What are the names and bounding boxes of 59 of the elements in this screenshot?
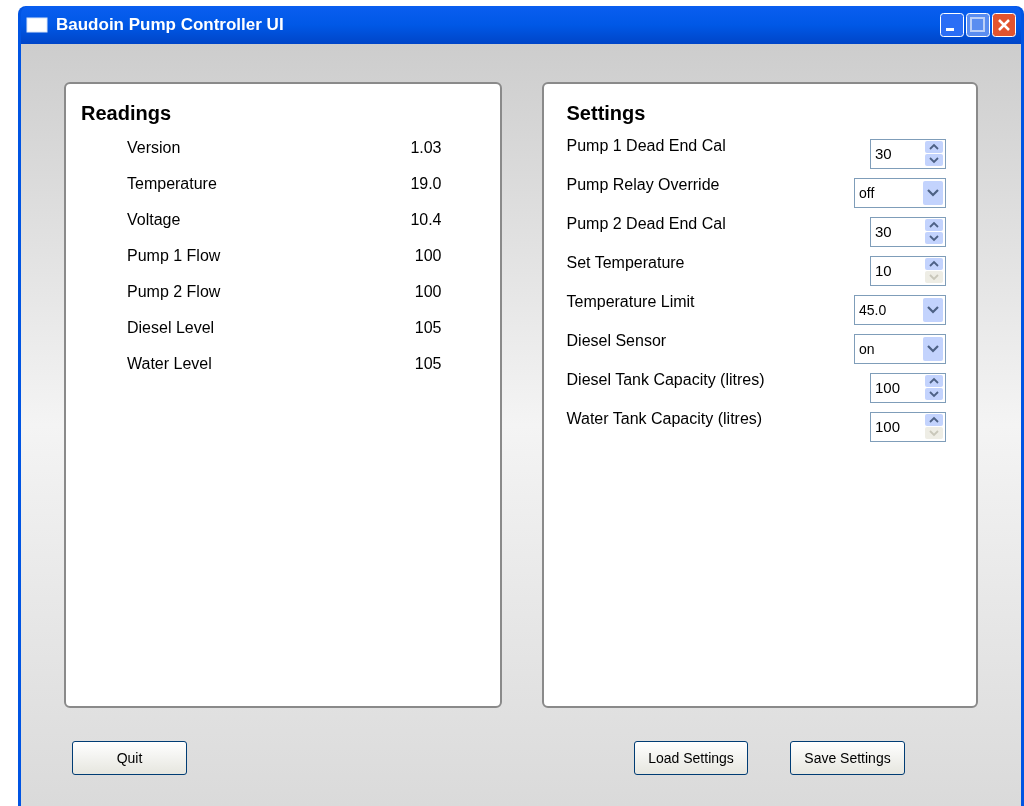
- spin-box[interactable]: 30: [870, 216, 946, 247]
- spin-box[interactable]: 10: [870, 255, 946, 286]
- spin-up-icon[interactable]: [925, 219, 943, 231]
- reading-label: Voltage: [127, 210, 181, 230]
- reading-label: Pump 1 Flow: [127, 246, 221, 266]
- dropdown-value: 45.0: [858, 302, 887, 317]
- setting-label: Pump 2 Dead End Cal: [566, 214, 726, 232]
- close-icon[interactable]: [992, 13, 1016, 37]
- spin-box[interactable]: 100: [870, 411, 946, 442]
- dropdown[interactable]: on: [854, 333, 946, 364]
- spin-value: 30: [871, 223, 913, 240]
- setting-label: Pump Relay Override: [566, 175, 720, 193]
- setting-label: Pump 1 Dead End Cal: [566, 136, 726, 154]
- reading-value: 100: [414, 282, 442, 302]
- quit-button[interactable]: Quit: [72, 741, 187, 775]
- spin-up-icon[interactable]: [925, 141, 943, 153]
- reading-label: Pump 2 Flow: [127, 282, 221, 302]
- reading-label: Temperature: [127, 174, 217, 194]
- spin-box[interactable]: 100: [870, 372, 946, 403]
- spin-up-icon[interactable]: [925, 375, 943, 387]
- chevron-down-icon[interactable]: [923, 297, 943, 322]
- spin-down-icon[interactable]: [925, 388, 943, 400]
- window-icon: [26, 17, 48, 33]
- window-title: Baudoin Pump Controller UI: [56, 14, 284, 37]
- spin-value: 30: [871, 145, 913, 162]
- spin-up-icon[interactable]: [925, 258, 943, 270]
- panel-title: Settings: [566, 101, 647, 126]
- reading-value: 10.4: [410, 210, 442, 230]
- setting-label: Diesel Tank Capacity (litres): [566, 370, 765, 388]
- reading-value: 105: [414, 354, 442, 374]
- minimize-icon[interactable]: [940, 13, 964, 37]
- spin-down-icon[interactable]: [925, 154, 943, 166]
- reading-value: 19.0: [410, 174, 442, 194]
- chevron-down-icon[interactable]: [923, 336, 943, 361]
- reading-label: Diesel Level: [127, 318, 215, 338]
- spin-value: 10: [871, 262, 913, 279]
- spin-up-icon[interactable]: [925, 414, 943, 426]
- dropdown-value: off: [858, 185, 875, 200]
- chevron-down-icon[interactable]: [923, 180, 943, 205]
- spin-down-icon[interactable]: [925, 232, 943, 244]
- setting-label: Water Tank Capacity (litres): [566, 409, 763, 427]
- setting-label: Diesel Sensor: [566, 331, 667, 349]
- setting-label: Set Temperature: [566, 253, 685, 271]
- reading-value: 100: [414, 246, 442, 266]
- load-settings-button[interactable]: Load Settings: [634, 741, 748, 775]
- spin-value: 100: [871, 418, 913, 435]
- dropdown[interactable]: 45.0: [854, 294, 946, 325]
- reading-value: 105: [414, 318, 442, 338]
- reading-label: Version: [127, 138, 181, 158]
- reading-value: 1.03: [410, 138, 442, 158]
- save-settings-button[interactable]: Save Settings: [790, 741, 905, 775]
- dropdown-value: on: [858, 341, 875, 356]
- maximize-icon[interactable]: [966, 13, 990, 37]
- setting-label: Temperature Limit: [566, 292, 695, 310]
- panel-title: Readings: [81, 101, 173, 126]
- reading-label: Water Level: [127, 354, 212, 374]
- spin-value: 100: [871, 379, 913, 396]
- spin-box[interactable]: 30: [870, 138, 946, 169]
- dropdown[interactable]: off: [854, 177, 946, 208]
